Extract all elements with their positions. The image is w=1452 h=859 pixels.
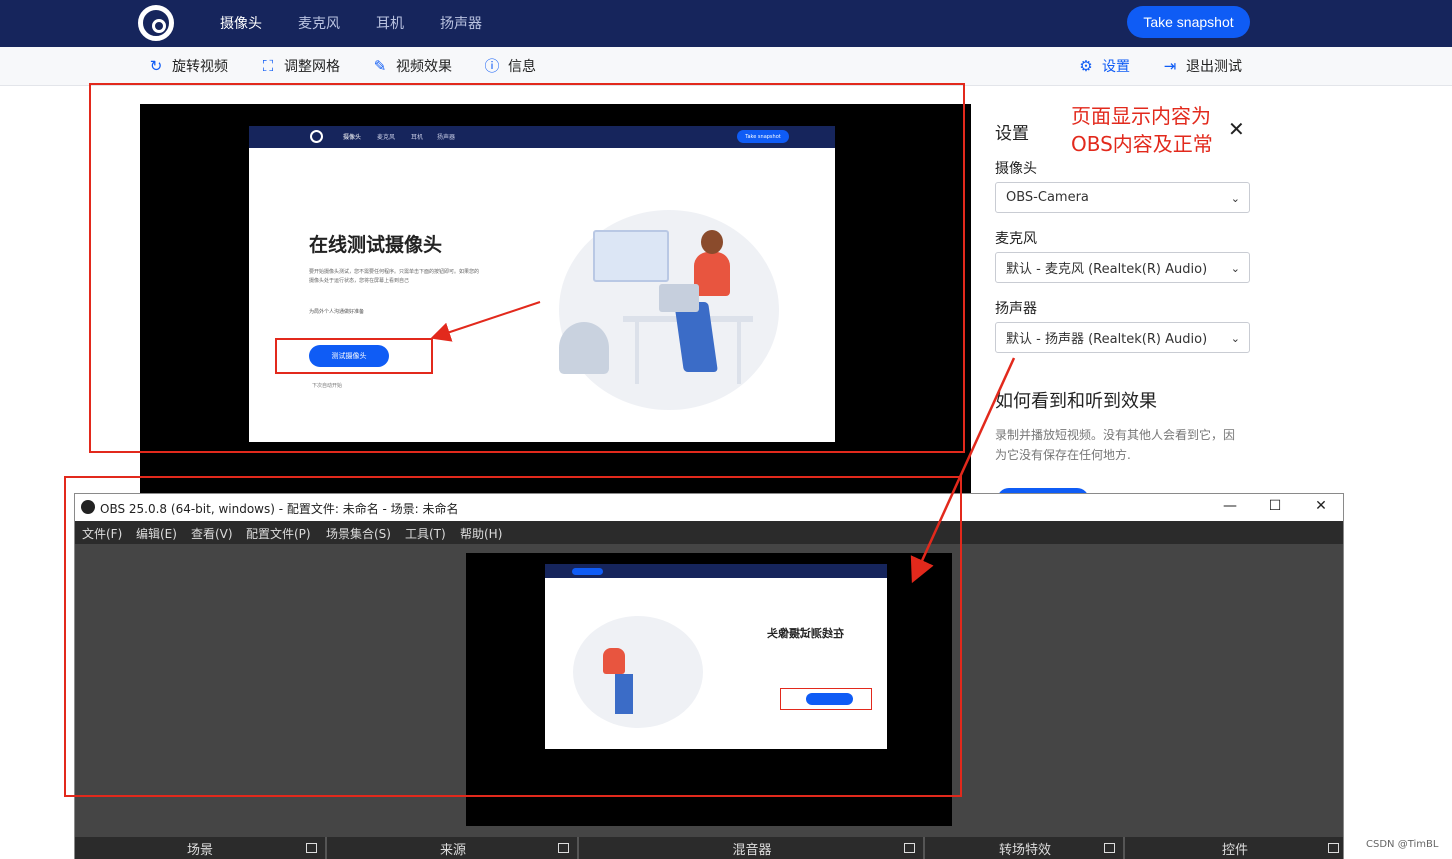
annotation-arrow-to-obs [910, 357, 1016, 584]
annotation-arrow-inner [430, 301, 541, 342]
annotation-arrows [430, 301, 1016, 584]
watermark: CSDN @TimBL [1366, 839, 1439, 850]
